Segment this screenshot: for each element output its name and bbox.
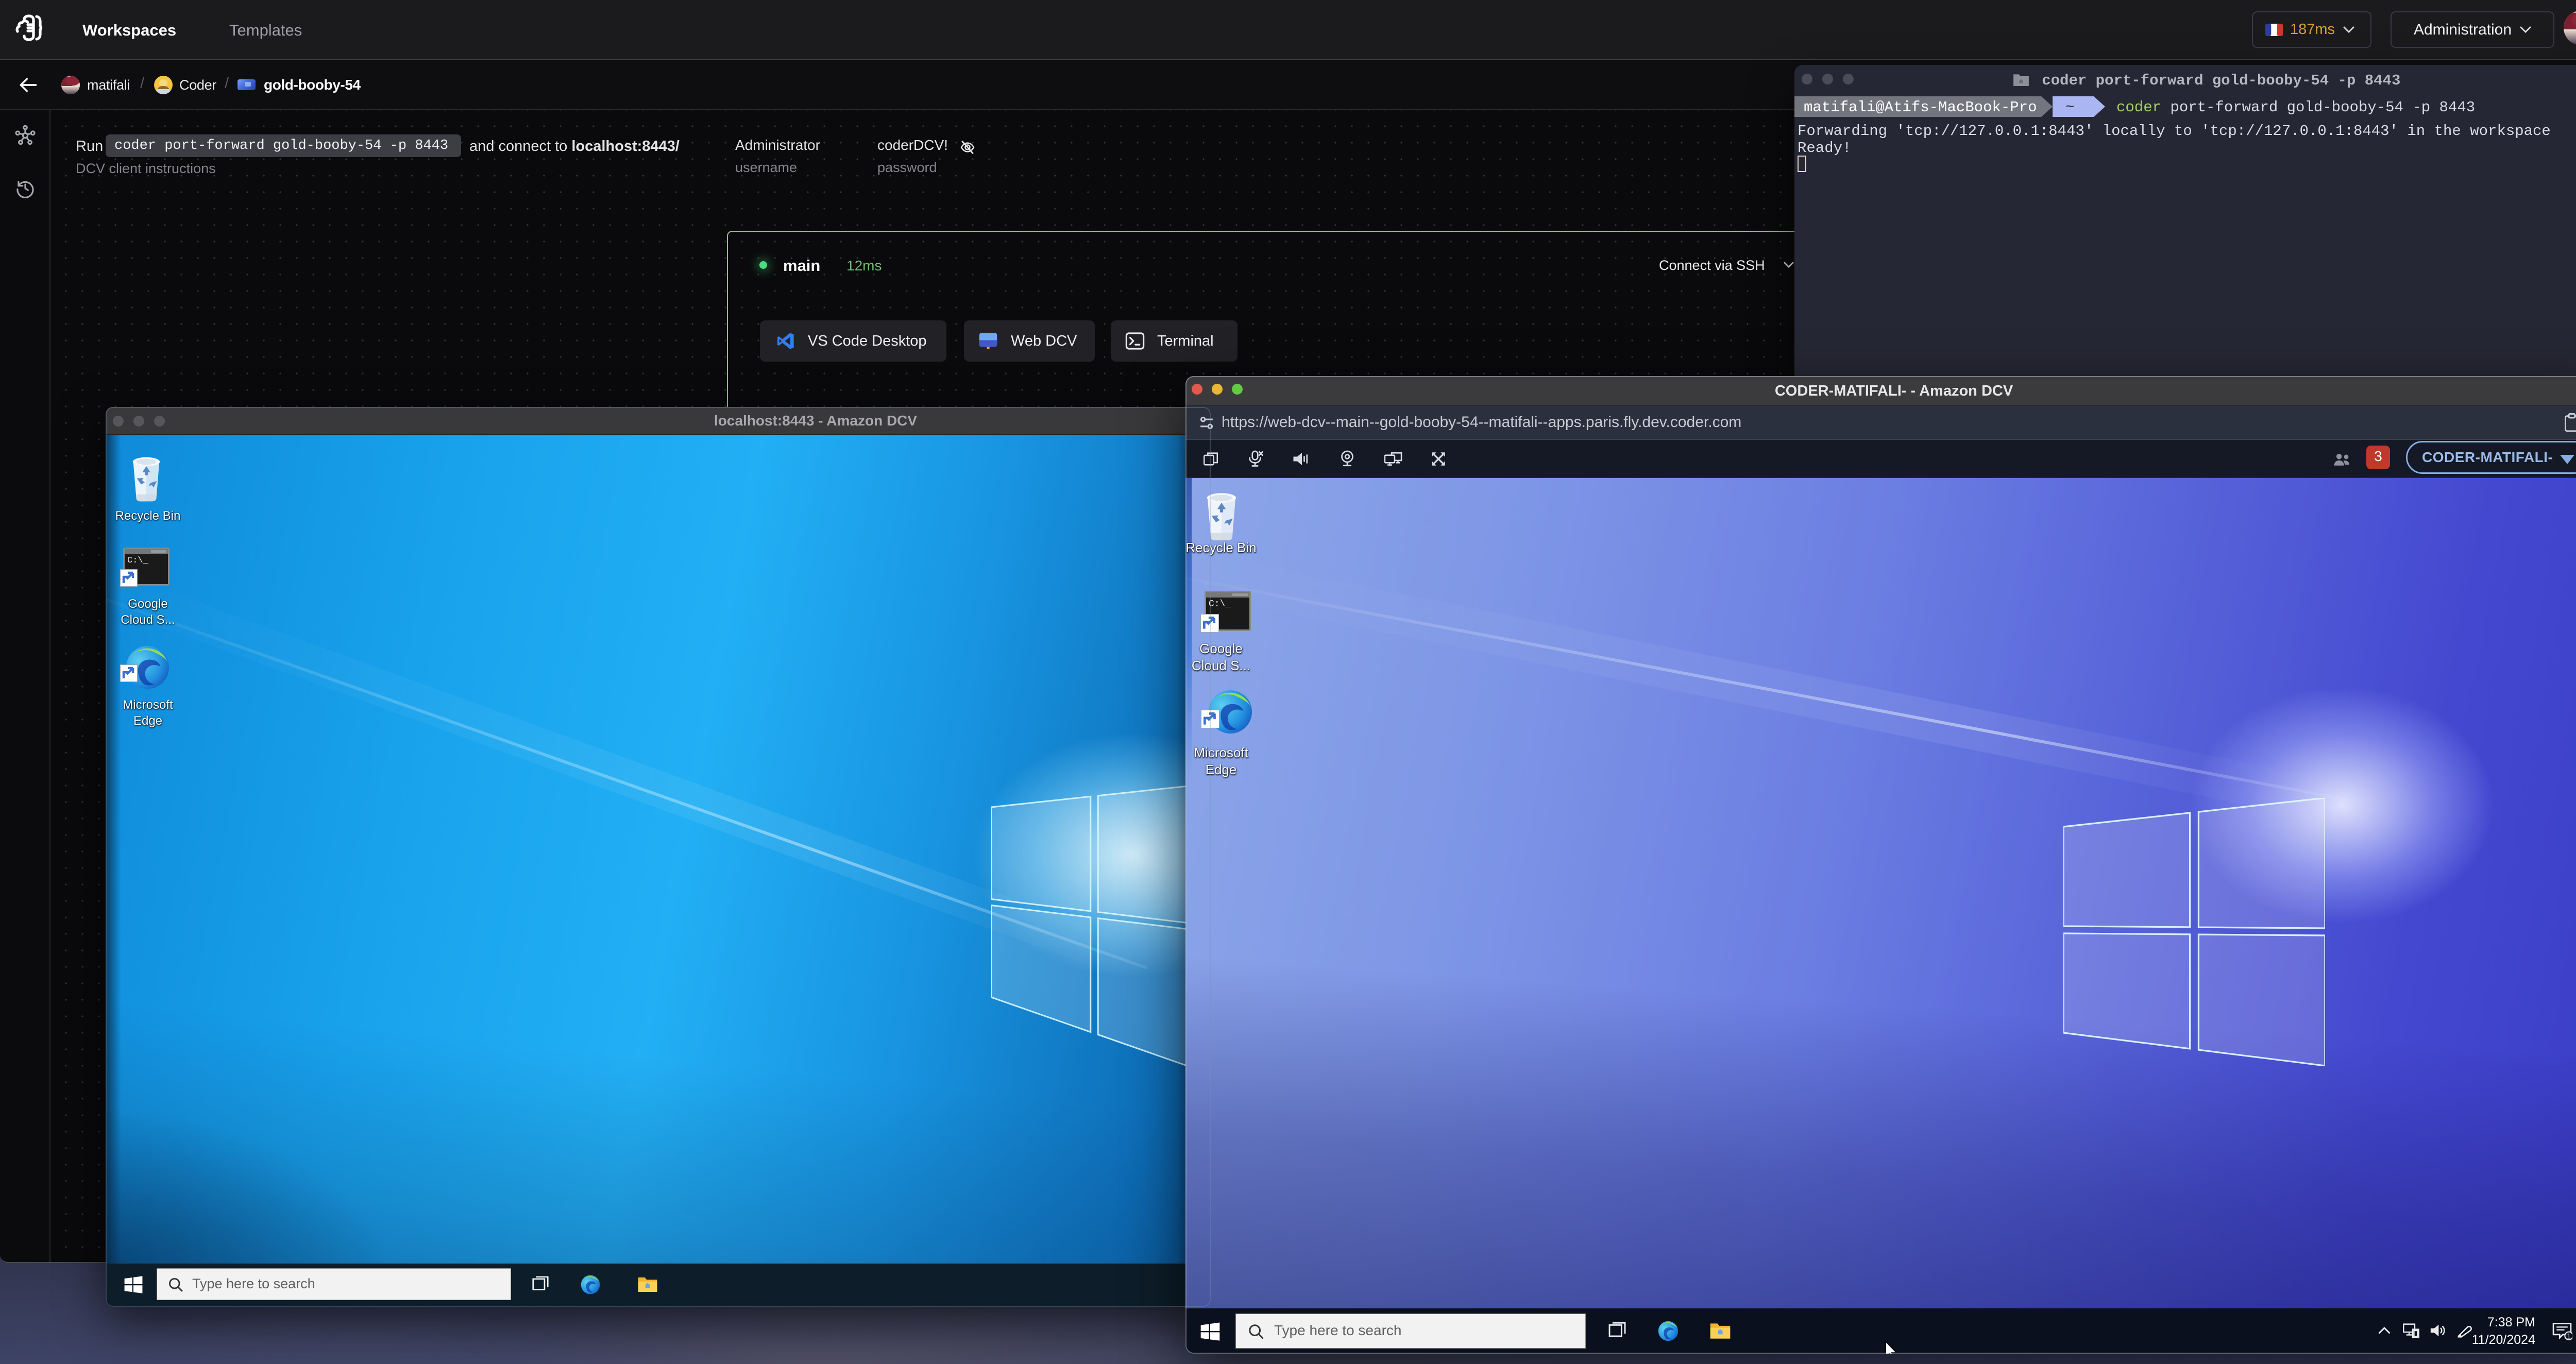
svg-text:1: 1: [2567, 1332, 2571, 1340]
